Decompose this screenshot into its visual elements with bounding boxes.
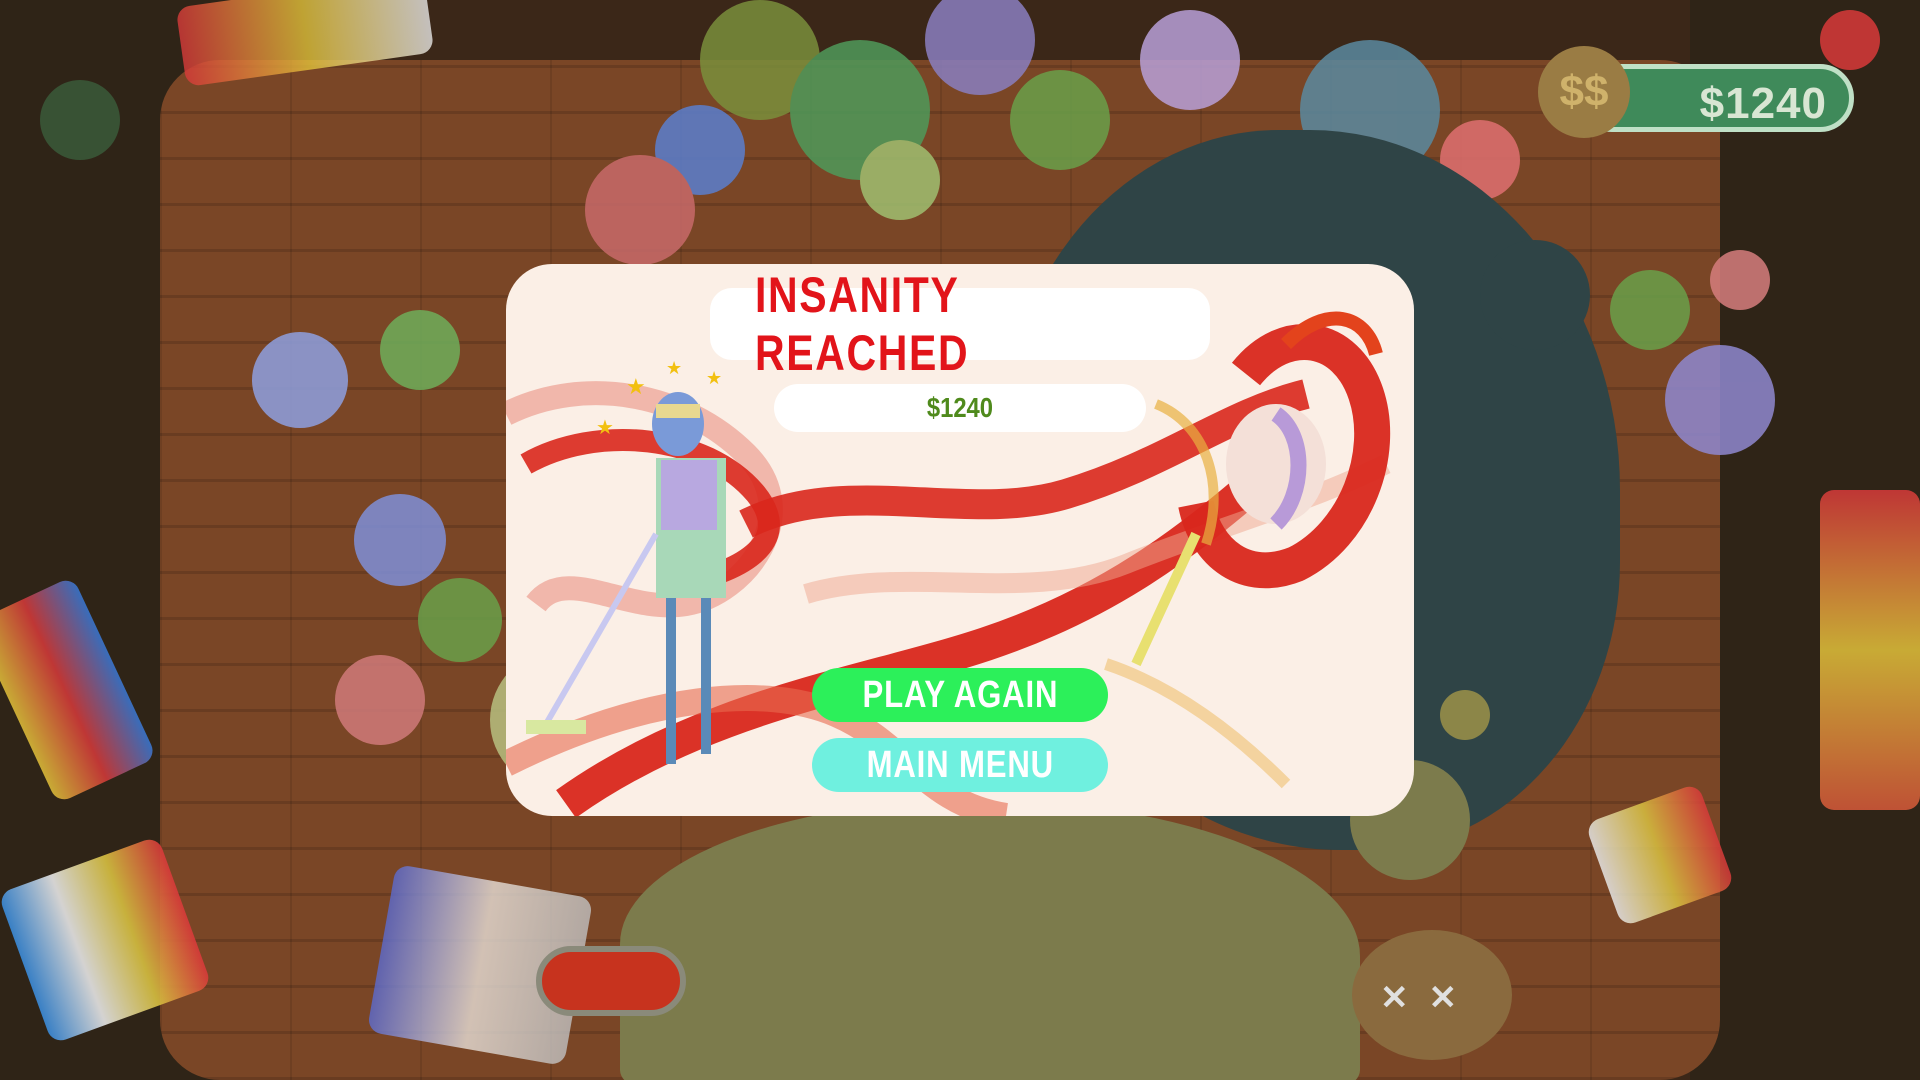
page-title: INSANITY REACHED <box>755 267 970 381</box>
money-hud: $1240 $$ <box>1538 46 1858 138</box>
money-amount: $1240 <box>1699 79 1827 128</box>
canvas-painting-right <box>1820 490 1920 810</box>
svg-text:★: ★ <box>626 375 646 400</box>
main-menu-label: MAIN MENU <box>866 743 1054 786</box>
dizzy-eyes-icon: ✕✕ <box>1380 979 1477 1017</box>
main-menu-button[interactable]: MAIN MENU <box>812 738 1108 792</box>
final-money-box: $1240 <box>774 384 1146 432</box>
sanity-bar <box>536 946 686 1016</box>
svg-text:★: ★ <box>706 368 722 389</box>
play-again-button[interactable]: PLAY AGAIN <box>812 668 1108 722</box>
svg-text:★: ★ <box>596 415 614 439</box>
final-money-amount: $1240 <box>926 392 994 423</box>
insanity-modal: ★ ★ ★ ★ INSANITY REACHED $1240 PLAY AGAI… <box>506 264 1414 816</box>
title-banner: INSANITY REACHED <box>710 267 1210 381</box>
olive-dot <box>1440 690 1490 740</box>
money-bag-icon: $$ <box>1538 46 1630 138</box>
play-again-label: PLAY AGAIN <box>862 673 1058 716</box>
teal-dot <box>1480 240 1590 350</box>
svg-text:★: ★ <box>666 358 682 379</box>
